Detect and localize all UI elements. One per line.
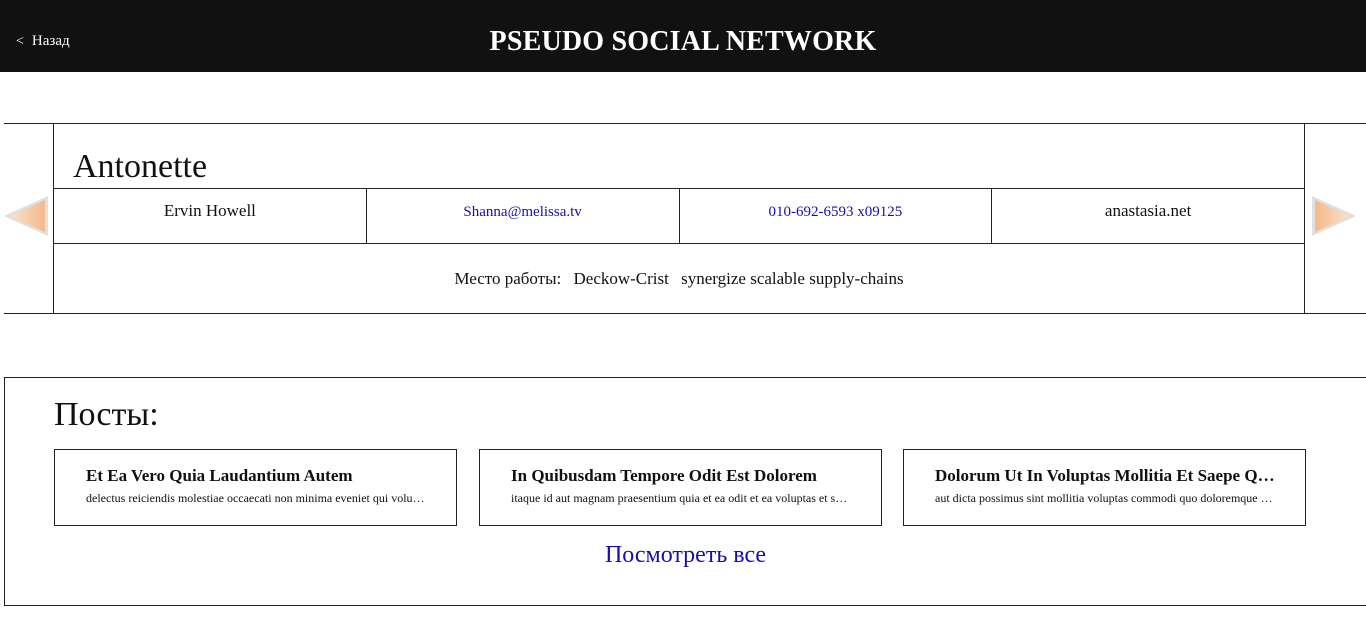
post-body: aut dicta possimus sint mollitia volupta… bbox=[935, 491, 1275, 505]
profile-info-row: Ervin Howell Shanna@melissa.tv 010-692-6… bbox=[54, 188, 1304, 244]
profile-email-cell: Shanna@melissa.tv bbox=[367, 189, 680, 243]
user-profile-card: Antonette Ervin Howell Shanna@melissa.tv… bbox=[4, 123, 1366, 314]
post-body: delectus reiciendis molestiae occaecati … bbox=[86, 491, 426, 505]
arrow-right-icon bbox=[1312, 196, 1356, 236]
see-all-posts-link[interactable]: Посмотреть все bbox=[605, 542, 766, 568]
profile-name: Ervin Howell bbox=[54, 189, 367, 243]
see-all-wrapper: Посмотреть все bbox=[5, 542, 1366, 569]
post-title: Et Ea Vero Quia Laudantium Autem bbox=[86, 466, 353, 485]
profile-phone-cell: 010-692-6593 x09125 bbox=[680, 189, 993, 243]
posts-section: Посты: Et Ea Vero Quia Laudantium Autem … bbox=[4, 377, 1366, 606]
prev-user-button[interactable] bbox=[2, 194, 50, 238]
post-title: In Quibusdam Tempore Odit Est Dolorem bbox=[511, 466, 817, 485]
next-user-button[interactable] bbox=[1310, 194, 1358, 238]
profile-email-link[interactable]: Shanna@melissa.tv bbox=[463, 204, 581, 220]
site-title: PSEUDO SOCIAL NETWORK bbox=[489, 26, 877, 57]
arrow-left-icon bbox=[4, 196, 48, 236]
post-card[interactable]: Dolorum Ut In Voluptas Mollitia Et Saepe… bbox=[903, 449, 1306, 526]
profile-website-text: anastasia.net bbox=[1104, 201, 1192, 220]
work-label: Место работы: bbox=[454, 269, 562, 288]
company-name: Deckow-Crist bbox=[573, 269, 669, 288]
post-card[interactable]: Et Ea Vero Quia Laudantium Autem delectu… bbox=[54, 449, 457, 526]
posts-title: Посты: bbox=[54, 396, 159, 433]
company-catchphrase: synergize scalable supply-chains bbox=[681, 269, 904, 288]
profile-inner: Antonette Ervin Howell Shanna@melissa.tv… bbox=[53, 124, 1305, 313]
profile-phone-link[interactable]: 010-692-6593 x09125 bbox=[769, 204, 903, 220]
profile-website: anastasia.net bbox=[992, 189, 1304, 243]
profile-workplace: Место работы: Deckow-Crist synergize sca… bbox=[54, 244, 1304, 312]
post-card[interactable]: In Quibusdam Tempore Odit Est Dolorem it… bbox=[479, 449, 882, 526]
post-title: Dolorum Ut In Voluptas Mollitia Et Saepe… bbox=[935, 466, 1275, 485]
profile-username: Antonette bbox=[73, 148, 208, 185]
post-body: itaque id aut magnam praesentium quia et… bbox=[511, 491, 851, 505]
top-header: < Назад PSEUDO SOCIAL NETWORK bbox=[0, 0, 1366, 72]
profile-name-text: Ervin Howell bbox=[163, 201, 256, 220]
